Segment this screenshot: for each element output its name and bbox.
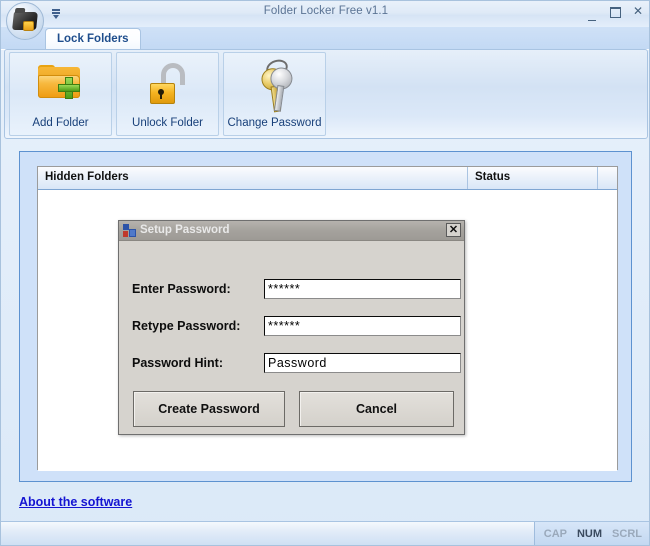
maximize-button[interactable]	[608, 4, 622, 18]
close-button[interactable]: ✕	[631, 4, 645, 18]
keys-icon	[224, 55, 325, 115]
column-header-hidden-folders[interactable]: Hidden Folders	[38, 167, 468, 189]
folder-add-icon	[10, 55, 111, 115]
create-password-button[interactable]: Create Password	[133, 391, 285, 427]
status-bar: CAP NUM SCRL	[1, 521, 649, 545]
password-hint-input[interactable]: Password	[264, 353, 461, 373]
retype-password-input[interactable]: ******	[264, 316, 461, 336]
dialog-body: Enter Password: ****** Retype Password: …	[119, 241, 464, 435]
customize-quick-access-icon[interactable]	[49, 7, 63, 21]
cancel-button[interactable]: Cancel	[299, 391, 454, 427]
label-password-hint: Password Hint:	[132, 356, 223, 370]
ribbon-label-add-folder: Add Folder	[32, 117, 89, 129]
application-window: Folder Locker Free v1.1 ✕ Lock Folders A…	[0, 0, 650, 546]
lock-shape	[23, 21, 34, 31]
dialog-titlebar[interactable]: Setup Password ✕	[119, 221, 464, 241]
field-row-enter-password: Enter Password: ******	[132, 279, 461, 299]
tab-strip: Lock Folders	[1, 27, 649, 50]
ribbon-label-change-password: Change Password	[227, 117, 322, 129]
open-padlock-icon	[117, 55, 218, 115]
column-header-extra[interactable]	[598, 167, 617, 189]
window-titlebar: Folder Locker Free v1.1 ✕	[1, 1, 649, 40]
about-the-software-link[interactable]: About the software	[19, 495, 132, 509]
field-row-retype-password: Retype Password: ******	[132, 316, 461, 336]
folder-lock-icon[interactable]	[6, 2, 44, 40]
status-indicator-cap: CAP	[543, 527, 567, 540]
window-controls: ✕	[585, 4, 645, 21]
label-enter-password: Enter Password:	[132, 282, 231, 296]
dialog-title: Setup Password	[140, 224, 230, 236]
status-indicators: CAP NUM SCRL	[533, 522, 649, 545]
column-header-status[interactable]: Status	[468, 167, 598, 189]
ribbon-label-unlock-folder: Unlock Folder	[132, 117, 203, 129]
setup-password-dialog: Setup Password ✕ Enter Password: ****** …	[118, 220, 465, 435]
ribbon-panel: Add Folder Unlock Folder Change Password	[4, 49, 648, 139]
window-title: Folder Locker Free v1.1	[263, 5, 389, 17]
ribbon-button-unlock-folder[interactable]: Unlock Folder	[116, 52, 219, 136]
ribbon-button-add-folder[interactable]: Add Folder	[9, 52, 112, 136]
enter-password-input[interactable]: ******	[264, 279, 461, 299]
dialog-close-icon[interactable]: ✕	[446, 223, 461, 237]
status-indicator-scrl: SCRL	[612, 527, 642, 540]
field-row-password-hint: Password Hint: Password	[132, 353, 461, 373]
tab-lock-folders[interactable]: Lock Folders	[45, 28, 141, 49]
winforms-icon	[123, 224, 136, 237]
ribbon-button-change-password[interactable]: Change Password	[223, 52, 326, 136]
label-retype-password: Retype Password:	[132, 319, 241, 333]
status-indicator-num: NUM	[576, 527, 603, 540]
listview-header: Hidden Folders Status	[38, 167, 617, 190]
